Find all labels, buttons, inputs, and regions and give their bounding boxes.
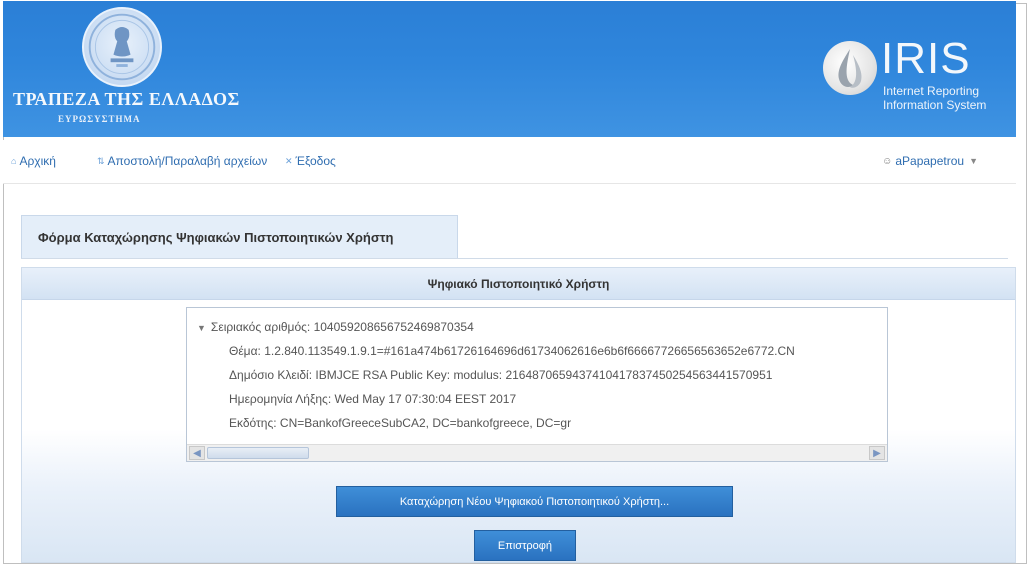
- nav-transfer-label: Αποστολή/Παραλαβή αρχείων: [107, 154, 268, 168]
- tree-root-node[interactable]: ▼ Σειριακός αριθμός: 10405920865675246987…: [197, 320, 474, 334]
- user-icon: ☺: [882, 155, 893, 167]
- certificate-tree[interactable]: ▼ Σειριακός αριθμός: 10405920865675246987…: [186, 307, 888, 462]
- bank-of-greece-logo: [82, 7, 162, 87]
- home-icon: ⌂: [11, 156, 17, 166]
- tab-divider: [21, 258, 1008, 259]
- nav-logout-label: Έξοδος: [295, 154, 336, 168]
- close-icon: ✕: [285, 155, 293, 166]
- tree-item-issuer: Εκδότης: CN=BankofGreeceSubCA2, DC=banko…: [229, 416, 572, 430]
- user-menu[interactable]: ☺ aPapapetrou ▼: [882, 154, 978, 168]
- panel-header: Ψηφιακό Πιστοποιητικό Χρήστη: [22, 268, 1015, 300]
- iris-subtitle-line1: Internet Reporting: [883, 84, 980, 98]
- tree-item-expiry: Ημερομηνία Λήξης: Wed May 17 07:30:04 EE…: [229, 392, 517, 406]
- header-banner: ΤΡΑΠΕΖΑ ΤΗΣ ΕΛΛΑΔΟΣ ΕΥΡΩΣΥΣΤΗΜΑ IRIS Int…: [3, 1, 1016, 137]
- iris-subtitle-line2: Information System: [883, 98, 987, 112]
- back-button[interactable]: Επιστροφή: [474, 530, 576, 561]
- form-tab-title: Φόρμα Καταχώρησης Ψηφιακών Πιστοποιητικώ…: [38, 230, 394, 245]
- user-name: aPapapetrou: [895, 154, 965, 168]
- nav-logout[interactable]: ✕ Έξοδος: [285, 154, 336, 168]
- nav-home[interactable]: ⌂ Αρχική: [11, 154, 56, 168]
- tree-expand-icon[interactable]: ▼: [197, 323, 206, 333]
- iris-title: IRIS: [881, 34, 971, 83]
- transfer-icon: ⇅: [97, 155, 105, 166]
- nav-bar: ⌂ Αρχική ⇅ Αποστολή/Παραλαβή αρχείων ✕ Έ…: [3, 140, 1016, 184]
- nav-transfer[interactable]: ⇅ Αποστολή/Παραλαβή αρχείων: [97, 154, 267, 168]
- scroll-left-icon[interactable]: ◀: [189, 446, 205, 460]
- panel-title: Ψηφιακό Πιστοποιητικό Χρήστη: [427, 276, 610, 291]
- tree-item-subject: Θέμα: 1.2.840.113549.1.9.1=#161a474b6172…: [229, 344, 795, 358]
- bank-name: ΤΡΑΠΕΖΑ ΤΗΣ ΕΛΛΑΔΟΣ: [13, 89, 240, 109]
- iris-logo-icon: [823, 41, 877, 95]
- nav-home-label: Αρχική: [19, 154, 56, 168]
- iris-subtitle: Internet Reporting Information System: [883, 84, 986, 112]
- caret-down-icon: ▼: [969, 156, 978, 166]
- horizontal-scrollbar[interactable]: ◀ ▶: [187, 444, 887, 461]
- scrollbar-thumb[interactable]: [207, 447, 309, 459]
- tree-item-public-key: Δημόσιο Κλειδί: IBMJCE RSA Public Key: m…: [229, 368, 773, 382]
- scroll-right-icon[interactable]: ▶: [869, 446, 885, 460]
- certificate-panel: Ψηφιακό Πιστοποιητικό Χρήστη ▼ Σειριακός …: [21, 267, 1016, 563]
- form-tab: Φόρμα Καταχώρησης Ψηφιακών Πιστοποιητικώ…: [21, 215, 458, 259]
- serial-number: Σειριακός αριθμός: 104059208656752469870…: [210, 320, 474, 334]
- add-new-certificate-button[interactable]: Καταχώρηση Νέου Ψηφιακού Πιστοποιητικού …: [336, 486, 733, 517]
- bank-subtitle: ΕΥΡΩΣΥΣΤΗΜΑ: [58, 114, 141, 124]
